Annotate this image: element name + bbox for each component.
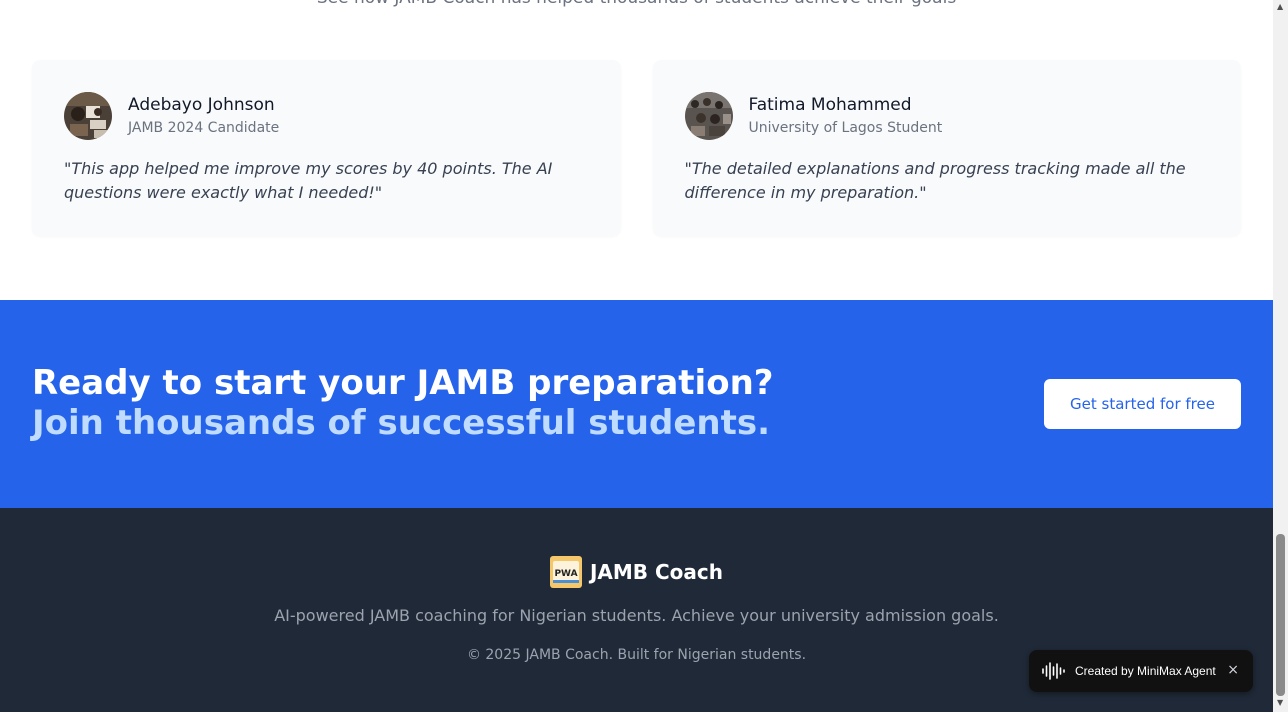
testimonials-grid: Adebayo Johnson JAMB 2024 Candidate "Thi…	[32, 60, 1241, 236]
cta-heading: Ready to start your JAMB preparation?	[32, 363, 774, 403]
testimonial-name: Fatima Mohammed	[748, 95, 912, 115]
testimonial-quote: "This app helped me improve my scores by…	[64, 159, 553, 202]
testimonial-quote: "The detailed explanations and progress …	[684, 159, 1186, 202]
testimonial-role: JAMB 2024 Candidate	[128, 120, 280, 136]
testimonial-name: Adebayo Johnson	[128, 95, 275, 115]
testimonial-card: Adebayo Johnson JAMB 2024 Candidate "Thi…	[32, 60, 621, 236]
vertical-scrollbar[interactable]: ▲ ▼	[1273, 0, 1288, 712]
footer-brand-name: JAMB Coach	[589, 560, 724, 584]
avatar	[64, 92, 112, 140]
page: See how JAMB Coach has helped thousands …	[0, 0, 1273, 712]
get-started-button[interactable]: Get started for free	[1044, 379, 1241, 429]
testimonial-card: Fatima Mohammed University of Lagos Stud…	[652, 60, 1241, 236]
logo-text: PWA	[554, 569, 577, 579]
section-subtitle: See how JAMB Coach has helped thousands …	[0, 0, 1273, 8]
cta-subheading: Join thousands of successful students.	[32, 403, 770, 443]
footer-tagline: AI-powered JAMB coaching for Nigerian st…	[274, 606, 999, 625]
avatar	[684, 92, 733, 140]
close-icon[interactable]: ×	[1227, 661, 1239, 679]
pwa-logo-icon: PWA	[549, 556, 582, 588]
scrollbar-thumb[interactable]	[1276, 534, 1285, 696]
testimonial-header: Fatima Mohammed University of Lagos Stud…	[684, 92, 1210, 140]
scroll-up-arrow-icon[interactable]: ▲	[1277, 2, 1283, 11]
footer-brand[interactable]: PWA JAMB Coach	[0, 556, 1273, 588]
testimonial-role: University of Lagos Student	[748, 120, 943, 136]
badge-label: Created by MiniMax Agent	[1075, 664, 1216, 678]
testimonial-header: Adebayo Johnson JAMB 2024 Candidate	[64, 92, 589, 140]
scroll-down-arrow-icon[interactable]: ▼	[1277, 698, 1283, 707]
soundwave-icon	[1042, 662, 1065, 680]
minimax-agent-badge[interactable]: Created by MiniMax Agent ×	[1029, 650, 1253, 692]
